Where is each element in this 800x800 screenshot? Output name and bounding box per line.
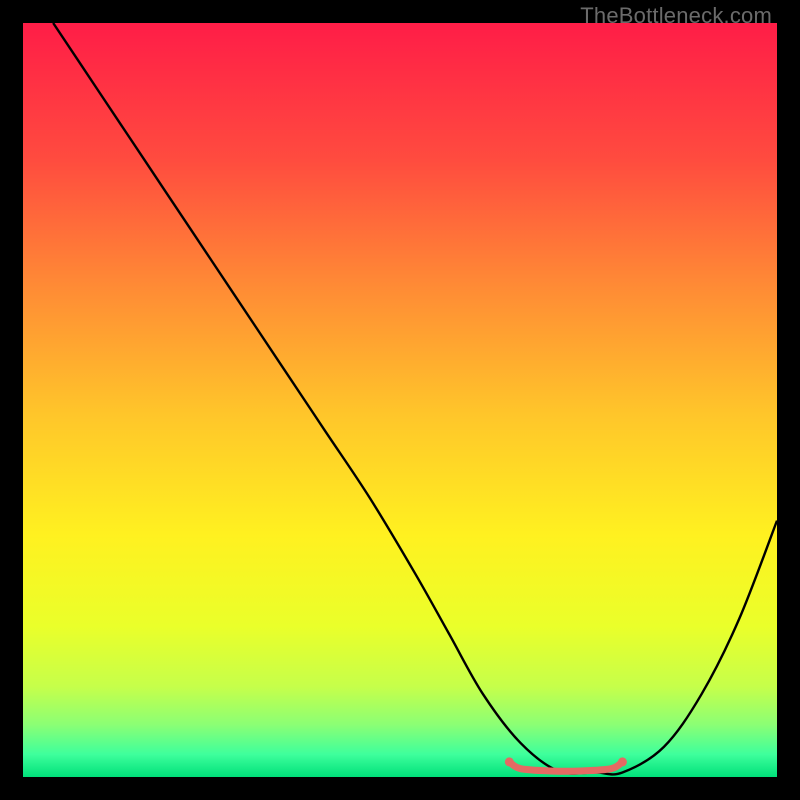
chart-svg — [23, 23, 777, 777]
watermark-text: TheBottleneck.com — [580, 3, 772, 29]
min-right-dot — [618, 757, 627, 766]
gradient-bg — [23, 23, 777, 777]
chart-frame — [23, 23, 777, 777]
min-left-dot — [505, 757, 514, 766]
